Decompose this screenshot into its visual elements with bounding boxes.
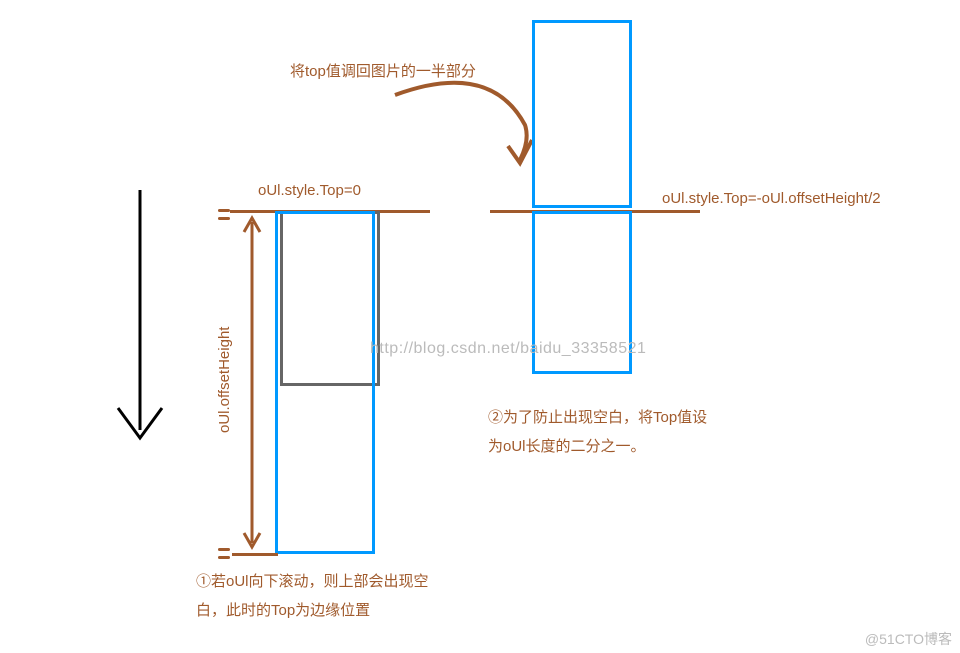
dash [218,556,230,559]
offset-measure-arrow-icon [238,210,266,555]
right-caption-line1: ②为了防止出现空白，将Top值设 [488,404,707,433]
right-caption-line2: 为oUl长度的二分之一。 [488,433,707,462]
right-caption: ②为了防止出现空白，将Top值设 为oUl长度的二分之一。 [488,404,707,461]
dash [218,217,230,220]
right-label-text: oUl.style.Top=-oUl.offsetHeight/2 [662,190,881,207]
credit-text: @51CTO博客 [865,629,952,649]
dash [218,548,230,551]
left-label-text: oUl.style.Top=0 [258,182,361,199]
dash [218,209,230,212]
big-down-arrow-icon [100,180,180,460]
left-caption: ①若oUl向下滚动，则上部会出现空 白，此时的Top为边缘位置 [196,568,429,625]
offset-height-label: oUl.offsetHeight [216,280,233,480]
left-blue-box [275,211,375,554]
left-caption-line1: ①若oUl向下滚动，则上部会出现空 [196,568,429,597]
right-top-blue-box [532,20,632,208]
right-bottom-blue-box [532,211,632,374]
left-caption-line2: 白，此时的Top为边缘位置 [196,597,429,626]
